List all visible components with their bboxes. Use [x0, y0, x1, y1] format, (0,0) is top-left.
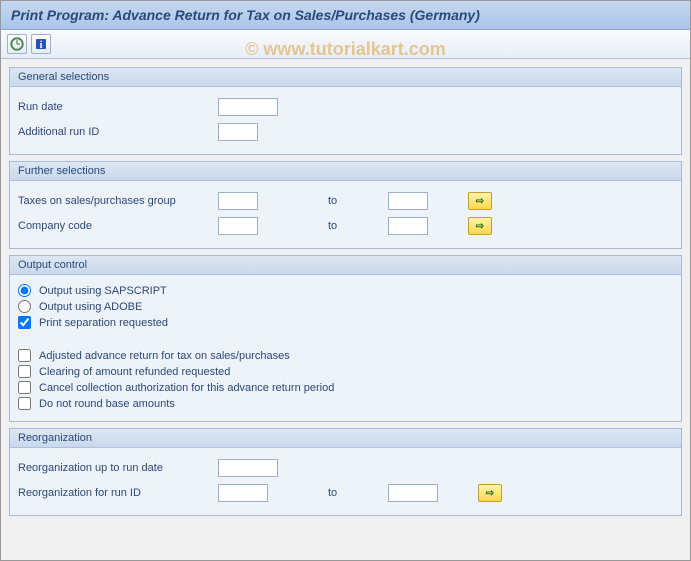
- arrow-right-icon: ⇨: [486, 488, 494, 499]
- tax-group-from-input[interactable]: [218, 192, 258, 210]
- print-separation-checkbox[interactable]: [18, 316, 31, 329]
- reorg-run-id-multi-select-button[interactable]: ⇨: [478, 484, 502, 502]
- output-adobe-label: Output using ADOBE: [39, 301, 142, 313]
- execute-button[interactable]: [7, 34, 27, 54]
- no-round-label: Do not round base amounts: [39, 398, 175, 410]
- execute-icon: [10, 37, 24, 51]
- arrow-right-icon: ⇨: [476, 221, 484, 232]
- tax-group-multi-select-button[interactable]: ⇨: [468, 192, 492, 210]
- output-sapscript-label: Output using SAPSCRIPT: [39, 285, 167, 297]
- reorg-run-id-from-input[interactable]: [218, 484, 268, 502]
- panel-header: Reorganization: [10, 429, 681, 448]
- toolbar: i: [1, 30, 690, 59]
- reorg-run-id-label: Reorganization for run ID: [18, 487, 218, 499]
- company-code-to-input[interactable]: [388, 217, 428, 235]
- to-label: to: [328, 195, 388, 207]
- panel-further-selections: Further selections Taxes on sales/purcha…: [9, 161, 682, 249]
- print-separation-label: Print separation requested: [39, 317, 168, 329]
- page-title: Print Program: Advance Return for Tax on…: [1, 1, 690, 30]
- panel-output-control: Output control Output using SAPSCRIPT Ou…: [9, 255, 682, 422]
- reorg-date-label: Reorganization up to run date: [18, 462, 218, 474]
- panel-reorganization: Reorganization Reorganization up to run …: [9, 428, 682, 516]
- panel-header: Output control: [10, 256, 681, 275]
- arrow-right-icon: ⇨: [476, 196, 484, 207]
- cancel-authorization-checkbox[interactable]: [18, 381, 31, 394]
- adjusted-return-checkbox[interactable]: [18, 349, 31, 362]
- additional-run-id-input[interactable]: [218, 123, 258, 141]
- cancel-authorization-label: Cancel collection authorization for this…: [39, 382, 334, 394]
- company-code-label: Company code: [18, 220, 218, 232]
- adjusted-return-label: Adjusted advance return for tax on sales…: [39, 350, 290, 362]
- output-adobe-radio[interactable]: [18, 300, 31, 313]
- tax-group-to-input[interactable]: [388, 192, 428, 210]
- panel-header: Further selections: [10, 162, 681, 181]
- info-icon: i: [34, 37, 48, 51]
- reorg-run-id-to-input[interactable]: [388, 484, 438, 502]
- run-date-label: Run date: [18, 101, 218, 113]
- panel-general-selections: General selections Run date Additional r…: [9, 67, 682, 155]
- panel-header: General selections: [10, 68, 681, 87]
- tax-group-label: Taxes on sales/purchases group: [18, 195, 218, 207]
- clearing-refund-label: Clearing of amount refunded requested: [39, 366, 230, 378]
- additional-run-id-label: Additional run ID: [18, 126, 218, 138]
- run-date-input[interactable]: [218, 98, 278, 116]
- reorg-date-input[interactable]: [218, 459, 278, 477]
- no-round-checkbox[interactable]: [18, 397, 31, 410]
- info-button[interactable]: i: [31, 34, 51, 54]
- clearing-refund-checkbox[interactable]: [18, 365, 31, 378]
- content-area: General selections Run date Additional r…: [1, 59, 690, 530]
- output-sapscript-radio[interactable]: [18, 284, 31, 297]
- company-code-from-input[interactable]: [218, 217, 258, 235]
- to-label: to: [328, 487, 388, 499]
- company-code-multi-select-button[interactable]: ⇨: [468, 217, 492, 235]
- to-label: to: [328, 220, 388, 232]
- svg-text:i: i: [40, 40, 43, 51]
